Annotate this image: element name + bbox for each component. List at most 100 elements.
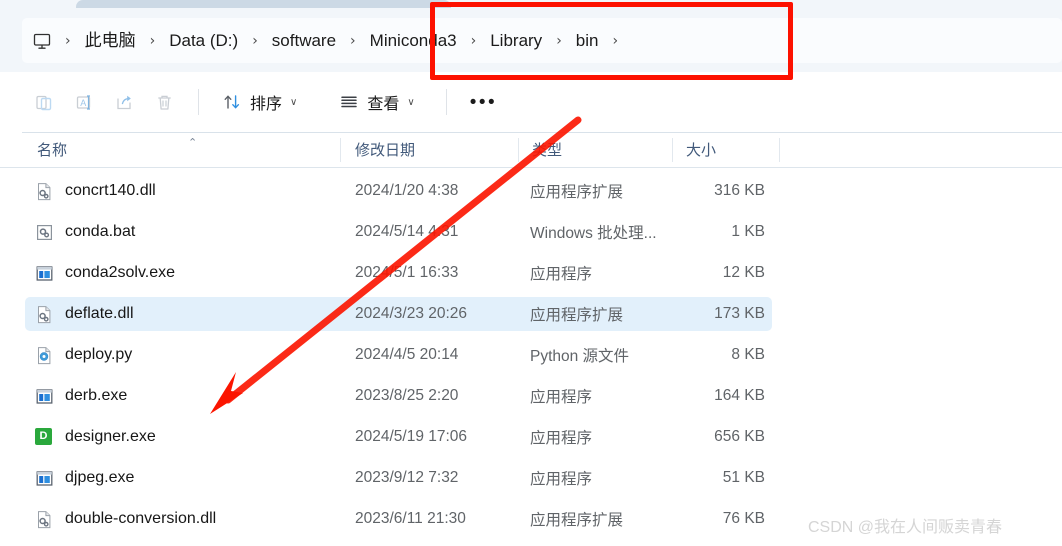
column-header-size[interactable]: 大小: [686, 132, 716, 167]
file-name-label: deploy.py: [65, 346, 133, 363]
file-date-cell: 2024/5/19 17:06: [355, 428, 468, 445]
file-name-label: djpeg.exe: [65, 469, 135, 486]
file-name-label: concrt140.dll: [65, 182, 156, 199]
file-list[interactable]: concrt140.dll 2024/1/20 4:38 应用程序扩展 316 KB c…: [0, 168, 1062, 546]
file-name-label: derb.exe: [65, 387, 128, 404]
file-size-cell: 8 KB: [731, 346, 765, 363]
file-row[interactable]: deflate.dll 2024/3/23 20:26 应用程序扩展 173 KB: [25, 297, 772, 331]
breadcrumb-item-data-d[interactable]: Data (D:): [160, 30, 247, 51]
file-date-cell: 2024/5/14 4:31: [355, 223, 459, 240]
tab-active[interactable]: [76, 0, 451, 8]
column-divider[interactable]: [672, 138, 673, 162]
this-pc-monitor-icon[interactable]: [22, 31, 60, 51]
breadcrumb-item-this-pc[interactable]: 此电脑: [76, 30, 145, 51]
file-size-cell: 164 KB: [714, 387, 765, 404]
file-size-cell: 12 KB: [722, 264, 765, 281]
tab-strip: [0, 0, 1062, 9]
file-type-cell: Python 源文件: [530, 348, 630, 365]
command-bar: A 排序 ∨ 查看 ∨ •••: [0, 72, 1062, 132]
rename-button[interactable]: A: [64, 84, 104, 120]
chevron-down-icon: ∨: [407, 96, 415, 108]
breadcrumb-item-miniconda3[interactable]: Miniconda3: [361, 30, 466, 51]
column-divider[interactable]: [340, 138, 341, 162]
breadcrumb[interactable]: › 此电脑 › Data (D:) › software › Miniconda…: [22, 18, 1062, 63]
exe-file-icon: [35, 387, 54, 406]
view-button[interactable]: 查看 ∨: [330, 84, 423, 120]
dll-file-icon: [35, 510, 54, 529]
column-header-name[interactable]: 名称: [37, 132, 67, 167]
breadcrumb-separator: ›: [252, 32, 258, 49]
delete-button[interactable]: [144, 84, 184, 120]
file-name-cell[interactable]: deflate.dll: [35, 305, 134, 324]
column-header-type[interactable]: 类型: [532, 132, 562, 167]
file-size-cell: 173 KB: [714, 305, 765, 322]
breadcrumb-separator: ›: [470, 32, 477, 49]
file-type-cell: 应用程序扩展: [530, 184, 624, 201]
column-header-date-modified[interactable]: 修改日期: [355, 132, 415, 167]
file-type-cell: 应用程序扩展: [530, 307, 624, 324]
file-name-cell[interactable]: conda2solv.exe: [35, 264, 175, 283]
sort-button[interactable]: 排序 ∨: [213, 84, 306, 120]
file-row[interactable]: conda2solv.exe 2024/5/1 16:33 应用程序 12 KB: [25, 256, 772, 290]
breadcrumb-item-software[interactable]: software: [263, 30, 345, 51]
share-button[interactable]: [104, 84, 144, 120]
file-date-cell: 2024/4/5 20:14: [355, 346, 459, 363]
csdn-watermark: CSDN @我在人间贩卖青春: [808, 519, 1003, 536]
file-name-cell[interactable]: conda.bat: [35, 223, 135, 242]
file-name-label: deflate.dll: [65, 305, 134, 322]
more-options-button[interactable]: •••: [461, 84, 506, 120]
ellipsis-icon: •••: [469, 91, 498, 113]
file-size-cell: 76 KB: [722, 510, 765, 527]
breadcrumb-separator: ›: [612, 32, 619, 49]
toolbar-divider: [445, 89, 447, 115]
exe-file-icon: [35, 264, 54, 283]
file-name-cell[interactable]: Ddesigner.exe: [35, 427, 156, 447]
designer-green-d-icon: D: [35, 427, 54, 447]
column-divider[interactable]: [518, 138, 519, 162]
file-name-cell[interactable]: concrt140.dll: [35, 182, 156, 201]
file-name-label: designer.exe: [65, 428, 156, 445]
file-row[interactable]: Ddesigner.exe 2024/5/19 17:06 应用程序 656 KB: [25, 420, 772, 454]
file-row[interactable]: concrt140.dll 2024/1/20 4:38 应用程序扩展 316 KB: [25, 174, 772, 208]
file-row[interactable]: double-conversion.dll 2023/6/11 21:30 应用程序…: [25, 502, 772, 536]
breadcrumb-item-bin[interactable]: bin: [567, 30, 608, 51]
file-row[interactable]: djpeg.exe 2023/9/12 7:32 应用程序 51 KB: [25, 461, 772, 495]
sort-ascending-icon: ⌃: [188, 136, 198, 149]
breadcrumb-separator: ›: [350, 32, 356, 49]
file-size-cell: 1 KB: [731, 223, 765, 240]
file-type-cell: 应用程序: [530, 389, 593, 406]
python-file-icon: [35, 346, 54, 365]
sort-icon: [224, 95, 240, 109]
dll-file-icon: [35, 182, 54, 201]
file-size-cell: 656 KB: [714, 428, 765, 445]
file-size-cell: 51 KB: [722, 469, 765, 486]
paste-button[interactable]: [24, 84, 64, 120]
sort-label: 排序: [250, 96, 283, 113]
file-date-cell: 2024/1/20 4:38: [355, 182, 459, 199]
file-type-cell: 应用程序: [530, 266, 593, 283]
breadcrumb-item-library[interactable]: Library: [481, 30, 551, 51]
file-name-cell[interactable]: derb.exe: [35, 387, 127, 406]
file-date-cell: 2024/3/23 20:26: [355, 305, 468, 322]
bat-file-icon: [35, 223, 54, 242]
file-row[interactable]: derb.exe 2023/8/25 2:20 应用程序 164 KB: [25, 379, 772, 413]
file-name-cell[interactable]: double-conversion.dll: [35, 510, 216, 529]
designer-green-d-icon: D: [35, 427, 52, 445]
file-type-cell: 应用程序: [530, 471, 593, 488]
column-divider[interactable]: [779, 138, 780, 162]
file-row[interactable]: deploy.py 2024/4/5 20:14 Python 源文件 8 KB: [25, 338, 772, 372]
rename-icon: A: [76, 94, 90, 110]
share-icon: [116, 95, 131, 109]
file-date-cell: 2023/8/25 2:20: [355, 387, 459, 404]
chevron-down-icon: ∨: [290, 96, 298, 108]
svg-text:A: A: [80, 98, 86, 108]
dll-file-icon: [35, 305, 54, 324]
file-row[interactable]: conda.bat 2024/5/14 4:31 Windows 批处理... 1 K…: [25, 215, 772, 249]
address-bar-area: › 此电脑 › Data (D:) › software › Miniconda…: [0, 9, 1062, 72]
file-name-cell[interactable]: deploy.py: [35, 346, 132, 365]
breadcrumb-separator: ›: [556, 32, 562, 49]
view-label: 查看: [367, 96, 400, 113]
file-name-label: double-conversion.dll: [65, 510, 217, 527]
view-lines-icon: [341, 96, 358, 108]
file-name-cell[interactable]: djpeg.exe: [35, 469, 134, 488]
